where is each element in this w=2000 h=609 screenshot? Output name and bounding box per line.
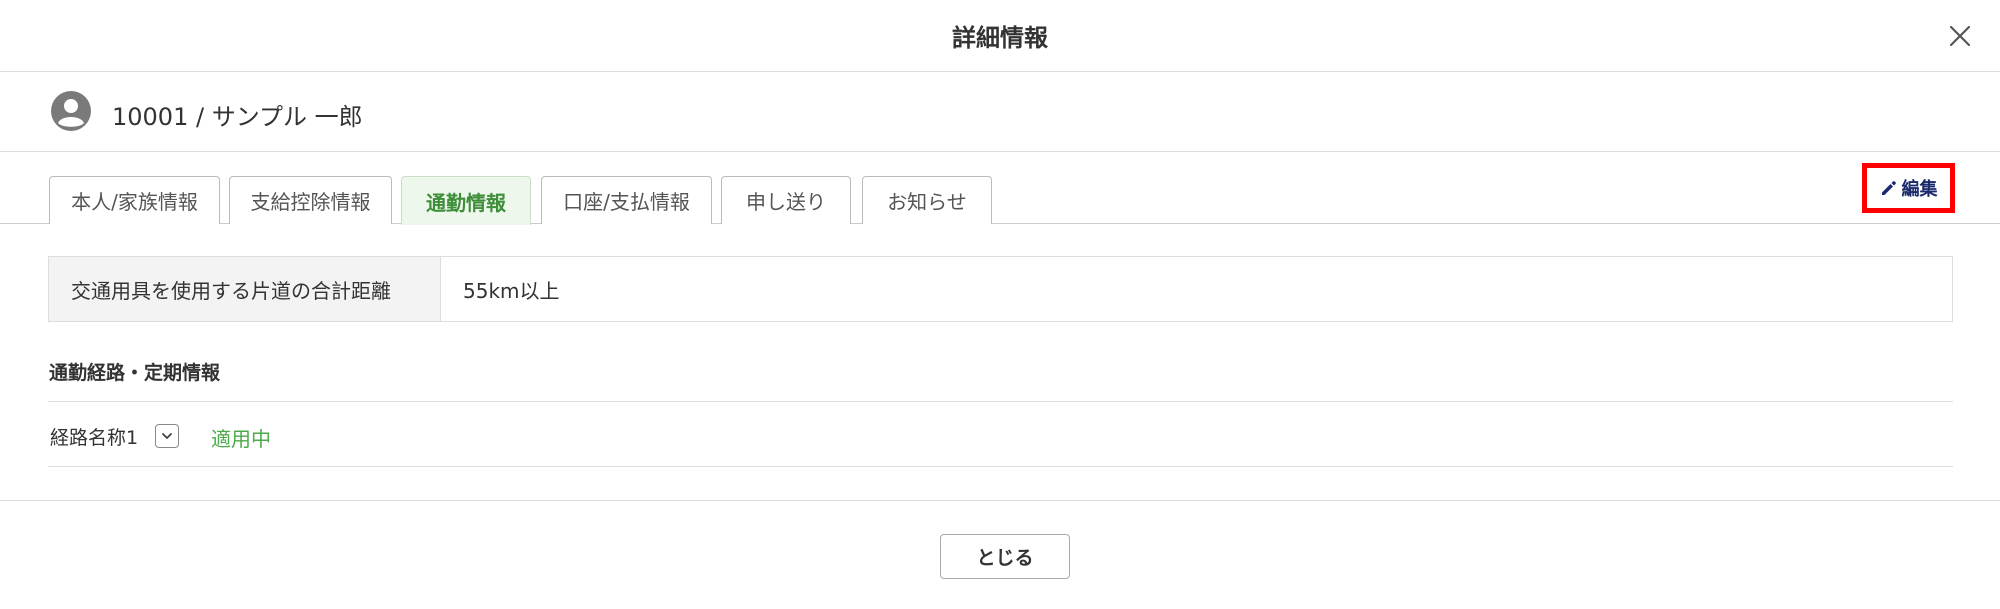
modal-header: 詳細情報 [0, 0, 2000, 72]
tab-bar: 本人/家族情報 支給控除情報 通勤情報 口座/支払情報 申し送り お知らせ [0, 152, 2000, 225]
distance-header: 交通用具を使用する片道の合計距離 [49, 257, 441, 321]
tab-payment-deduction[interactable]: 支給控除情報 [229, 176, 392, 224]
modal-footer: とじる [0, 500, 2000, 609]
user-label: 10001 / サンプル 一郎 [112, 103, 363, 131]
distance-table: 交通用具を使用する片道の合計距離 55km以上 [48, 256, 1953, 322]
route-row: 経路名称1 適用中 [48, 401, 1953, 467]
chevron-down-icon [162, 433, 172, 439]
route-expand-toggle[interactable] [155, 424, 179, 448]
tab-personal-family[interactable]: 本人/家族情報 [49, 176, 220, 224]
modal-title: 詳細情報 [952, 24, 1048, 52]
close-button[interactable] [1940, 16, 1980, 56]
tab-handover[interactable]: 申し送り [721, 176, 851, 224]
tab-account-payment[interactable]: 口座/支払情報 [541, 176, 712, 224]
user-circle-icon [51, 91, 91, 131]
user-info-row: 10001 / サンプル 一郎 [0, 72, 2000, 152]
tab-commute[interactable]: 通勤情報 [401, 176, 531, 225]
close-footer-button[interactable]: とじる [940, 534, 1070, 579]
pencil-icon [1881, 181, 1896, 195]
close-icon [1949, 25, 1971, 47]
route-status-badge: 適用中 [211, 427, 271, 451]
commute-section-title: 通勤経路・定期情報 [49, 362, 221, 384]
distance-value: 55km以上 [463, 278, 560, 303]
tab-notices[interactable]: お知らせ [862, 176, 992, 224]
detail-modal: 詳細情報 10001 / サンプル 一郎 本人/家族情報 支給控除情報 通勤情報… [0, 0, 2000, 609]
edit-label: 編集 [1901, 179, 1938, 200]
edit-button[interactable]: 編集 [1862, 163, 1955, 213]
route-name: 経路名称1 [50, 427, 139, 449]
